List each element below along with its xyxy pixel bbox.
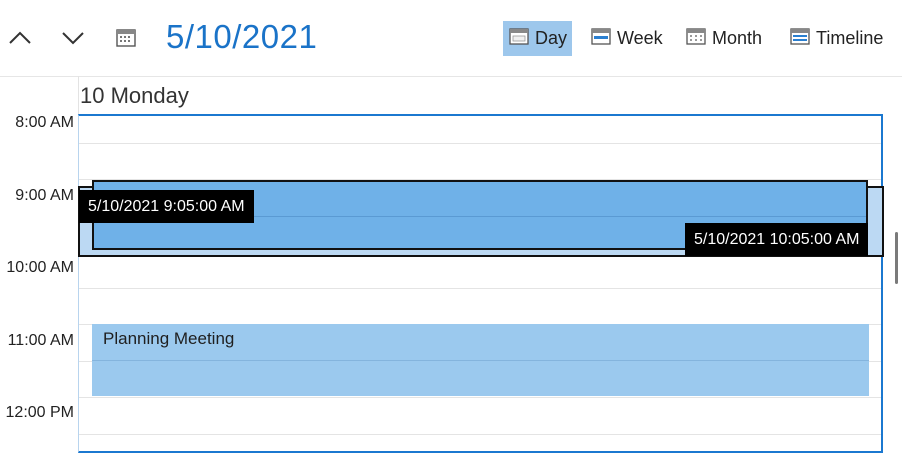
timeline-view-button[interactable]: Timeline [784, 21, 883, 56]
half-hour-line [79, 143, 881, 144]
date-picker-button[interactable] [115, 27, 143, 55]
time-label: 11:00 AM [7, 332, 74, 349]
half-hour-line [79, 434, 881, 435]
calendar-timeline-icon [790, 27, 810, 50]
day-header[interactable]: 10 Monday [80, 83, 189, 109]
chevron-up-icon [9, 31, 31, 44]
hour-line [79, 397, 881, 398]
week-view-button[interactable]: Week [585, 21, 663, 56]
slot-divider [92, 360, 869, 361]
week-view-label: Week [617, 28, 663, 48]
next-button[interactable] [59, 24, 87, 52]
calendar-month-icon [686, 27, 706, 50]
drag-end-tooltip: 5/10/2021 10:05:00 AM [685, 223, 869, 256]
month-view-button[interactable]: Month [680, 21, 762, 56]
previous-button[interactable] [6, 24, 34, 52]
appointment-title: Planning Meeting [103, 329, 235, 348]
time-label: 8:00 AM [15, 114, 74, 131]
calendar-week-icon [591, 27, 611, 50]
month-view-label: Month [712, 28, 763, 48]
drag-start-tooltip: 5/10/2021 9:05:00 AM [79, 190, 254, 223]
vertical-scrollbar[interactable] [895, 232, 898, 284]
day-view-label: Day [535, 28, 568, 48]
current-date-title[interactable]: 5/10/2021 [166, 18, 317, 56]
time-ruler: 8:00 AM 9:00 AM 10:00 AM 11:00 AM 12:00 … [0, 114, 78, 455]
half-hour-line [79, 288, 881, 289]
header-divider [78, 76, 79, 115]
appointment[interactable]: Planning Meeting [92, 324, 869, 396]
chevron-down-icon [62, 32, 84, 45]
day-grid[interactable] [78, 114, 883, 453]
day-view-button[interactable]: Day [503, 21, 572, 56]
timeline-view-label: Timeline [816, 28, 884, 48]
scheduler-toolbar: 5/10/2021 Day Week Month Timeline [0, 0, 902, 77]
time-label: 9:00 AM [15, 187, 74, 204]
time-label: 10:00 AM [6, 259, 74, 276]
calendar-day-icon [509, 27, 529, 50]
time-label: 12:00 PM [5, 404, 74, 421]
calendar-icon [116, 29, 136, 47]
